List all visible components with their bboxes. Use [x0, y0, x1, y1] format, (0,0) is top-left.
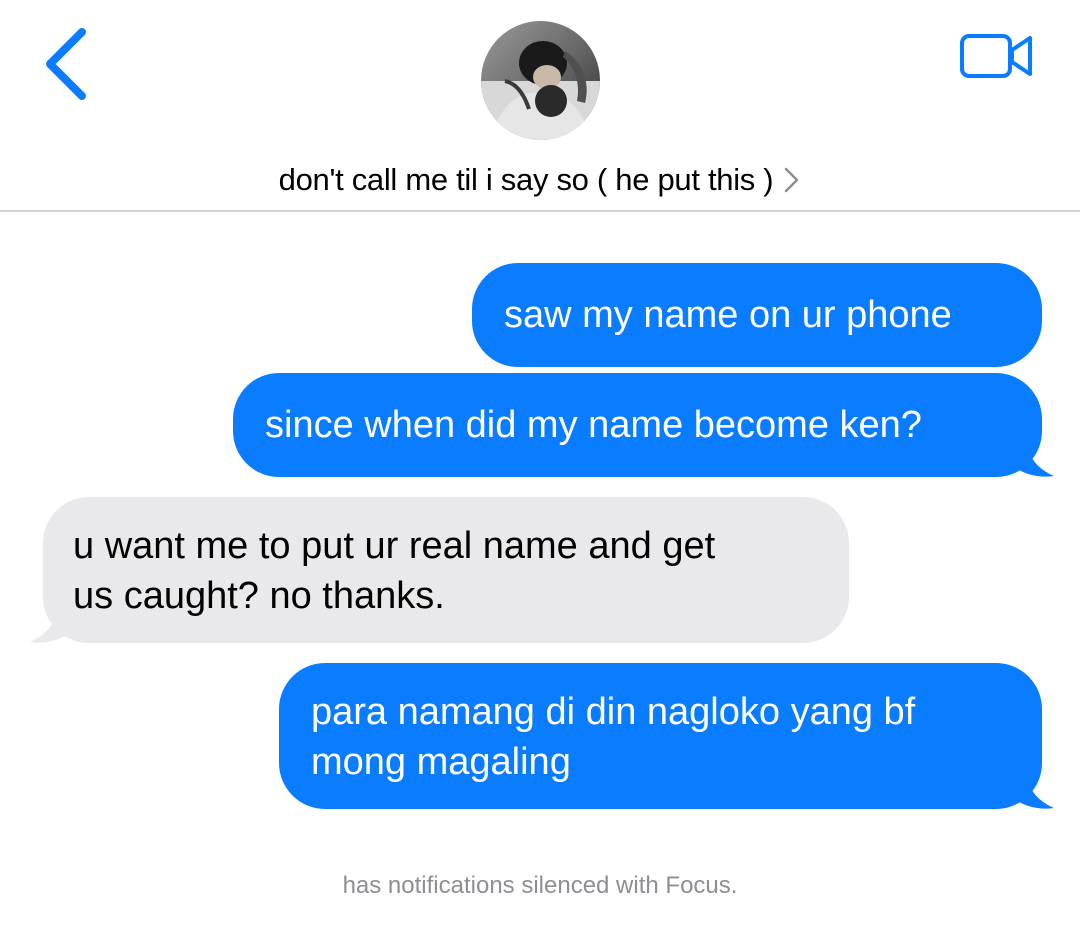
contact-photo [481, 21, 600, 140]
bubble-tail-right [1010, 440, 1054, 477]
contact-name-button[interactable]: don't call me til i say so ( he put this… [0, 158, 1080, 202]
message-text: since when did my name become ken? [265, 404, 922, 446]
message-text: u want me to put ur real name and get us… [73, 525, 716, 617]
message-bubble-received[interactable]: u want me to put ur real name and get us… [43, 497, 849, 643]
message-bubble-sent[interactable]: saw my name on ur phone [472, 263, 1042, 367]
chevron-left-icon [46, 28, 86, 100]
messages-screen: don't call me til i say so ( he put this… [0, 0, 1080, 932]
focus-status-note: has notifications silenced with Focus. [342, 872, 738, 899]
video-camera-icon [960, 34, 1032, 78]
video-call-button[interactable] [958, 32, 1034, 80]
message-text: saw my name on ur phone [504, 294, 952, 336]
bubble-tail-right [1010, 772, 1054, 809]
bubble-tail-left [30, 606, 74, 643]
contact-name: don't call me til i say so ( he put this… [278, 162, 774, 197]
message-text: para namang di din nagloko yang bf mong … [311, 691, 916, 783]
message-bubble-sent[interactable]: since when did my name become ken? [233, 373, 1042, 477]
conversation-header: don't call me til i say so ( he put this… [0, 0, 1080, 212]
message-bubble-sent[interactable]: para namang di din nagloko yang bf mong … [279, 663, 1042, 809]
chevron-right-icon [783, 166, 801, 194]
contact-avatar[interactable] [481, 21, 600, 140]
back-button[interactable] [38, 26, 98, 102]
